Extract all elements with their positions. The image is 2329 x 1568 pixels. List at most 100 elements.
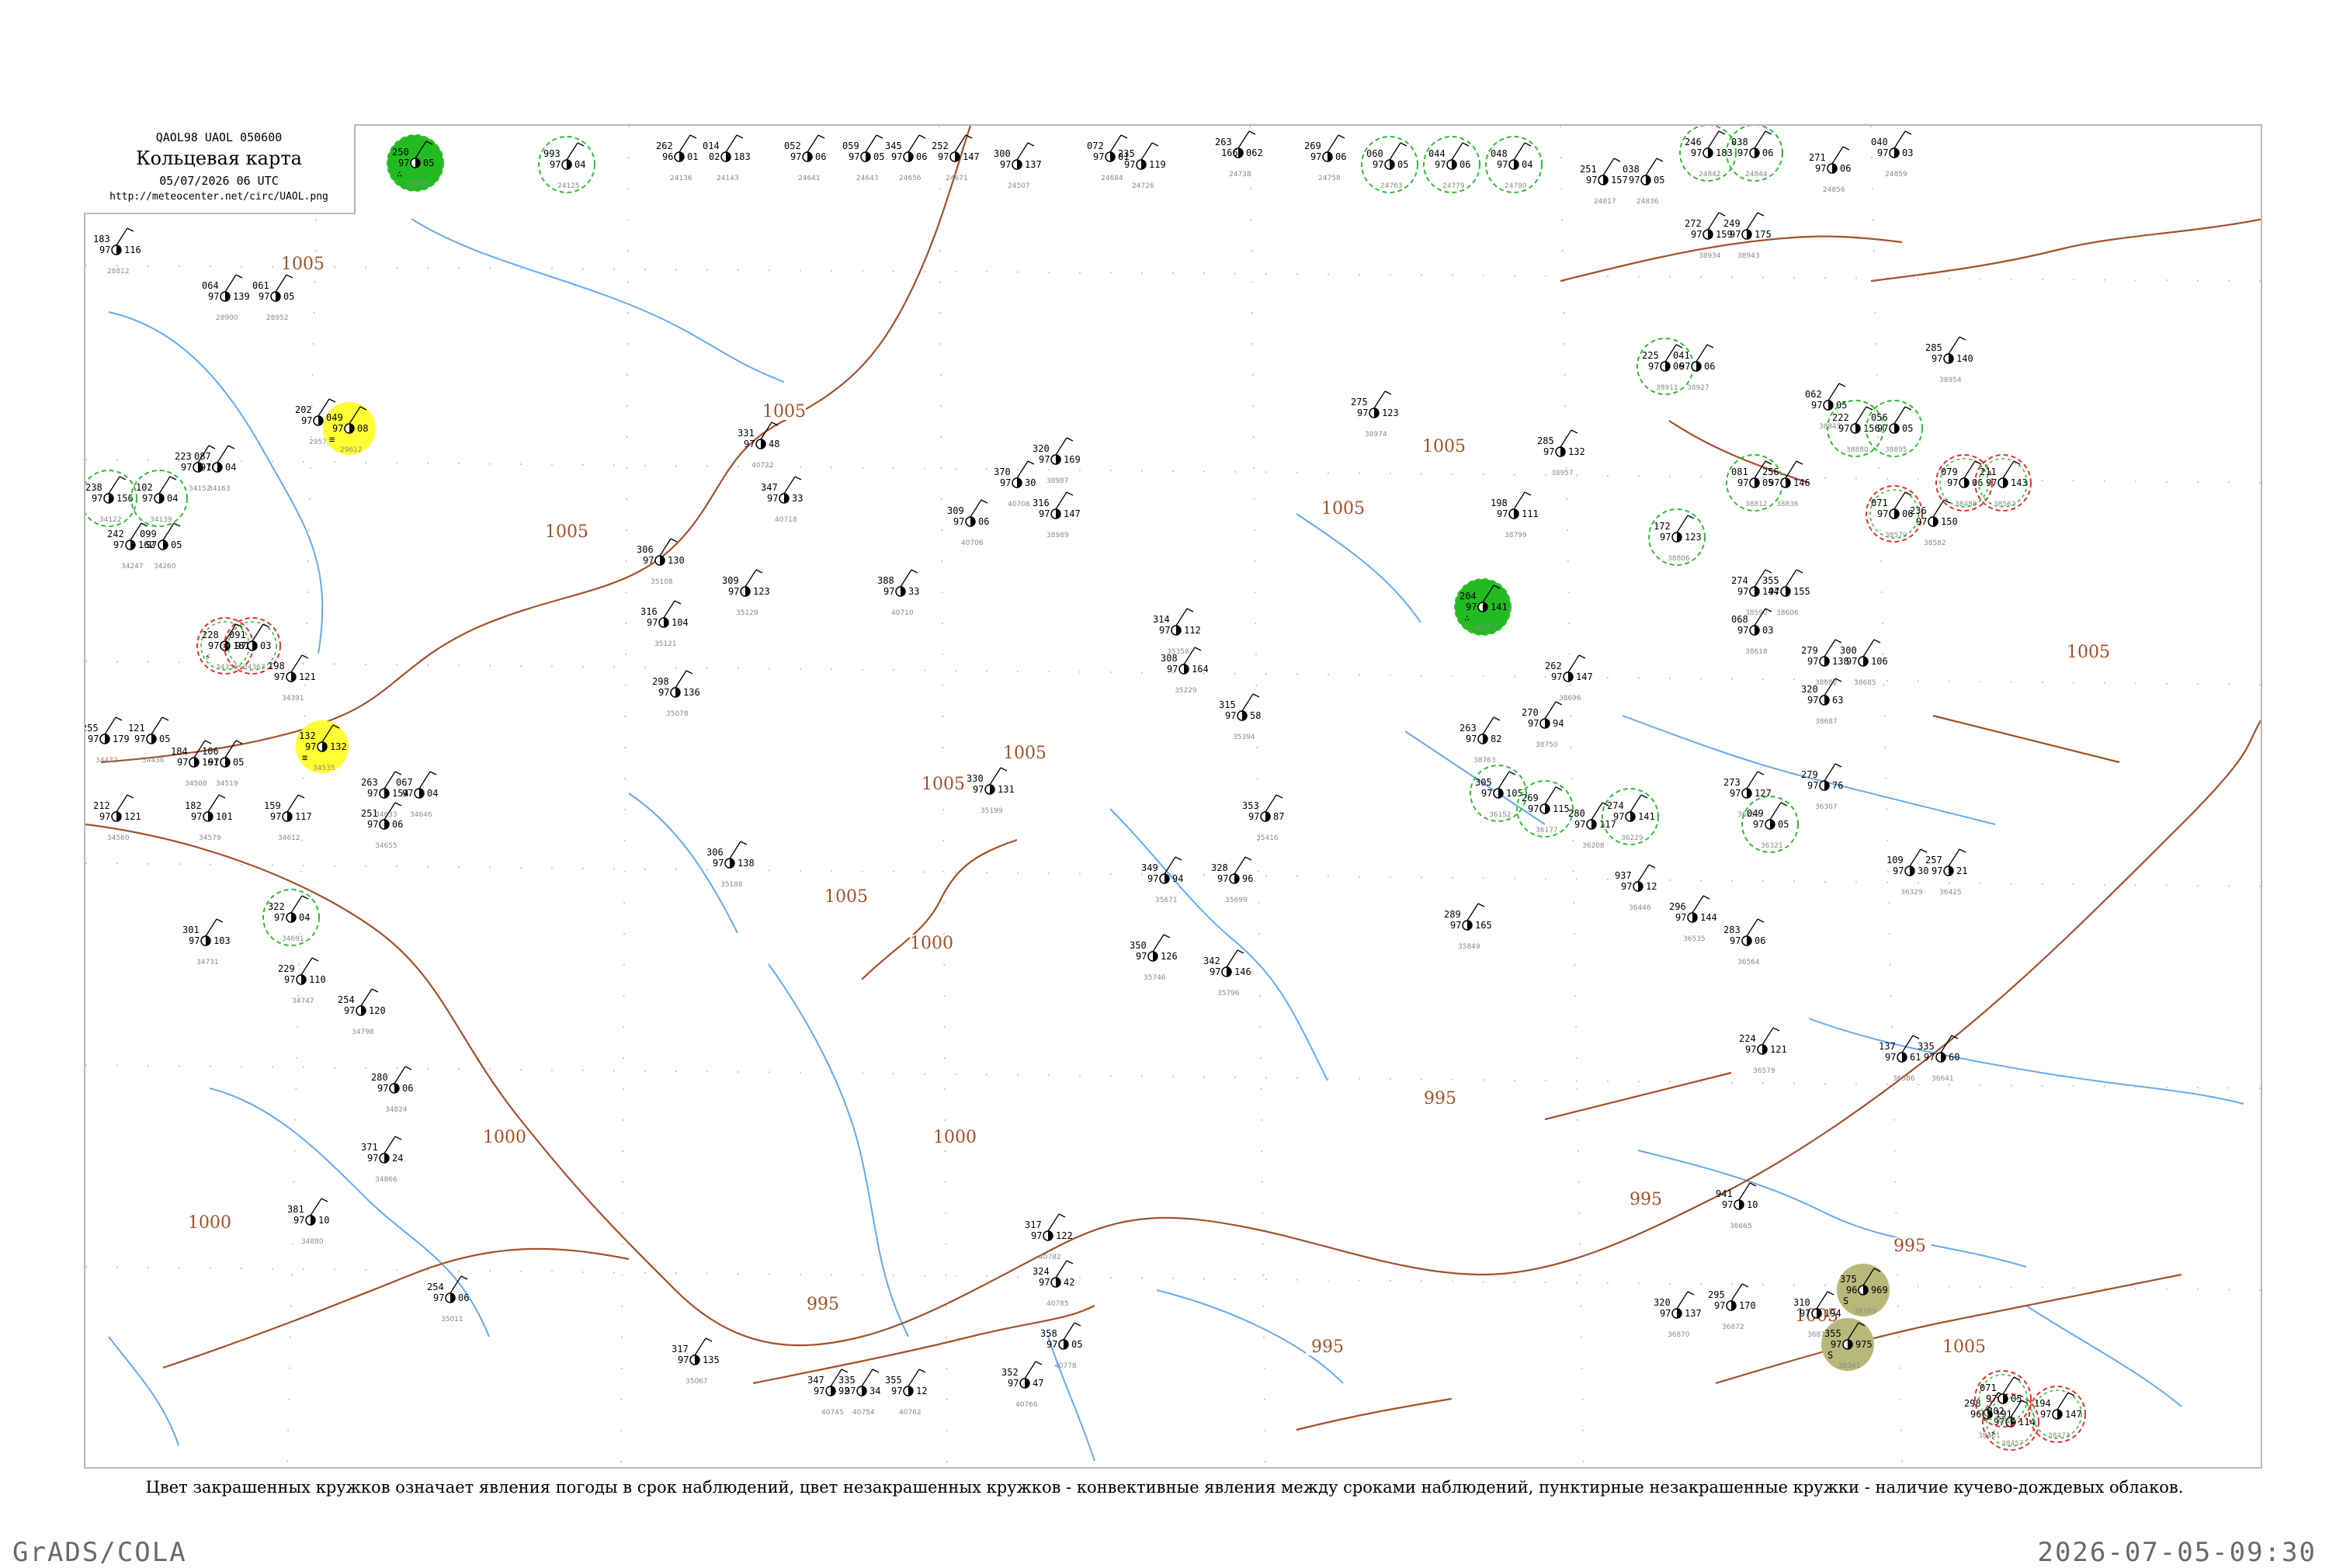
station-24726[interactable]: 23597 119 24726 [1118, 142, 1166, 190]
station-38750[interactable]: 27097 94 38750 [1522, 701, 1564, 749]
station-34535[interactable]: 13297 13234535≡ [296, 720, 349, 773]
station-34436[interactable]: 12197 05 34436 [128, 716, 170, 765]
station-36329[interactable]: 10997 30 36329 [1886, 848, 1928, 897]
station-35121[interactable]: 31697 104 35121 [640, 600, 689, 648]
station-38696[interactable]: 26297 147 38696 [1545, 654, 1593, 702]
station-34391[interactable]: 19897 121 34391 [268, 654, 316, 702]
station-38799[interactable]: 19897 111 38799 [1491, 491, 1539, 539]
station-35699[interactable]: 32897 96 35699 [1211, 856, 1253, 904]
station-36446[interactable]: 93797 12 36446 [1615, 864, 1657, 912]
station-28900[interactable]: 06497 139 28900 [202, 274, 250, 322]
station-34731[interactable]: 30197 103 34731 [182, 918, 231, 966]
station-34866[interactable]: 37197 24 34866 [361, 1136, 403, 1184]
station-35108[interactable]: 30697 130 35108 [637, 538, 685, 586]
station-40754[interactable]: 33597 34 40754 [838, 1369, 880, 1417]
station-36870[interactable]: 32097 137 36870 [1654, 1291, 1702, 1339]
station-36579[interactable]: 22497 121 36579 [1739, 1027, 1787, 1075]
station-40785[interactable]: 32497 42 40785 [1033, 1260, 1074, 1308]
station-28952[interactable]: 06197 05 28952 [252, 274, 294, 322]
station-38341[interactable]: 35597 975 38341 S [1821, 1318, 1874, 1371]
station-35849[interactable]: 28997 165 35849 [1444, 903, 1492, 951]
station-38927[interactable]: 04197 06 38927 [1673, 344, 1715, 392]
station-36872[interactable]: 29597 170 36872 [1708, 1283, 1756, 1331]
station-36586[interactable]: 13797 61 36586 [1879, 1035, 1921, 1083]
station-35129[interactable]: 30997 123 35129 [722, 569, 770, 617]
station-28812[interactable]: 18397 116 28812 [93, 227, 141, 276]
station-36425[interactable]: 25797 21 36425 [1925, 848, 1967, 897]
station-36321[interactable]: 04997 05 36321 [1741, 796, 1799, 853]
station-36665[interactable]: 94197 10 36665 [1716, 1182, 1758, 1230]
station-40782[interactable]: 31797 122 40782 [1025, 1213, 1073, 1261]
station-34560[interactable]: 21297 121 34560 [93, 794, 141, 842]
station-40710[interactable]: 38897 33 40710 [877, 569, 919, 617]
station-34798[interactable]: 25497 120 34798 [338, 988, 386, 1036]
station-24779[interactable]: 04497 06 24779 [1423, 136, 1480, 193]
station-24763[interactable]: 06097 05 24763 [1361, 136, 1418, 193]
station-34260[interactable]: 09997 05 34260 [140, 522, 182, 571]
station-24790[interactable]: 04897 04 24790 [1485, 136, 1543, 193]
station-38562[interactable]: 21197 143 38562 [1974, 454, 2032, 512]
station-24836[interactable]: 03897 05 24836 [1623, 158, 1664, 206]
station-35416[interactable]: 35397 87 35416 [1242, 794, 1284, 842]
station-24136[interactable]: 26296 01 24136 [656, 134, 698, 182]
station-36177[interactable]: 26997 115 36177 [1516, 780, 1574, 838]
station-34579[interactable]: 18297 101 34579 [185, 794, 233, 842]
station-34824[interactable]: 28097 06 34824 [371, 1066, 413, 1114]
station-24859[interactable]: 04097 03 24859 [1871, 130, 1913, 179]
station-29612[interactable]: 04997 08 29612 ≡ [323, 402, 376, 455]
station-40778[interactable]: 35897 05 40778 [1040, 1322, 1082, 1370]
station-36564[interactable]: 28397 06 36564 [1723, 918, 1765, 966]
station-40762[interactable]: 35597 12 40762 [885, 1369, 927, 1417]
station-24671[interactable]: 25297 147 24671 [932, 134, 980, 182]
station-34747[interactable]: 22997 110 34747 [278, 957, 326, 1005]
station-35394[interactable]: 31597 58 35394 [1219, 693, 1261, 741]
station-38353[interactable]: 37596 969 38353 S [1837, 1264, 1890, 1316]
station-40722[interactable]: 33197 48 40722 [738, 421, 779, 470]
station-24844[interactable]: 03897 06 24844 [1726, 126, 1783, 182]
station-24641[interactable]: 05297 06 24641 [784, 134, 826, 182]
station-38987[interactable]: 32097 169 38987 [1033, 437, 1081, 485]
station-34655[interactable]: 25197 06 34655 [361, 802, 403, 850]
station-34646[interactable]: 06797 04 34646 [396, 771, 438, 819]
station-34612[interactable]: 15997 117 34612 [264, 794, 312, 842]
station-35067[interactable]: 31797 135 35067 [672, 1337, 720, 1386]
station-24758[interactable]: 26997 06 24758 [1304, 134, 1346, 182]
station-34432[interactable]: 25597 179 34432 [85, 716, 130, 765]
station-38974[interactable]: 27597 123 38974 [1351, 390, 1399, 439]
source-url[interactable]: http://meteocenter.net/circ/UAOL.png [84, 191, 354, 203]
station-35078[interactable]: 29897 136 35078 [652, 670, 700, 718]
station-40706[interactable]: 30997 06 40706 [947, 499, 989, 547]
station-35746[interactable]: 35097 126 35746 [1130, 934, 1178, 982]
station-38773[interactable]: 20497 141 38773∴ [1454, 578, 1512, 636]
station-40766[interactable]: 35297 47 40766 [1001, 1361, 1043, 1409]
station-23955[interactable]: 25097 05 23955 ∴ [387, 134, 444, 192]
station-34139[interactable]: 10297 04 34139 [130, 470, 188, 527]
station-36152[interactable]: 30597 105 36152 [1470, 765, 1527, 822]
station-38806[interactable]: 17297 123 38806 [1648, 508, 1706, 566]
station-38685[interactable]: 30097 106 38685 [1840, 639, 1888, 687]
station-24817[interactable]: 25197 157 24817 [1580, 158, 1628, 206]
station-24643[interactable]: 05997 05 24643 [842, 134, 884, 182]
station-36535[interactable]: 29697 144 36535 [1669, 895, 1717, 943]
station-35011[interactable]: 25497 06 35011 [427, 1275, 469, 1323]
station-38763[interactable]: 26397 82 38763 [1460, 716, 1501, 765]
station-24738[interactable]: 263166 062 24738 [1215, 130, 1263, 179]
station-35796[interactable]: 34297 146 35796 [1203, 949, 1251, 997]
station-36641[interactable]: 33597 60 36641 [1918, 1035, 1959, 1083]
station-35199[interactable]: 33097 131 35199 [967, 767, 1015, 815]
station-38954[interactable]: 28597 140 38954 [1925, 336, 1973, 384]
station-36307[interactable]: 27997 76 36307 [1801, 763, 1843, 811]
station-40708[interactable]: 37097 30 40708 [994, 460, 1036, 508]
station-38836[interactable]: 25697 146 38836 [1762, 460, 1810, 508]
station-35671[interactable]: 34997 94 35671 [1141, 856, 1183, 904]
station-24656[interactable]: 34597 06 24656 [885, 134, 927, 182]
station-34122[interactable]: 23897 15634122 [85, 470, 137, 527]
station-24842[interactable]: 24697 183 24842 [1679, 126, 1737, 182]
station-24507[interactable]: 30097 137 24507 [994, 142, 1042, 190]
station-38606[interactable]: 35597 155 38606 [1762, 569, 1810, 617]
station-38957[interactable]: 28597 132 38957 [1537, 429, 1585, 477]
station-40718[interactable]: 34797 33 40718 [761, 476, 803, 524]
station-38943[interactable]: 24997 175 38943 [1723, 212, 1772, 260]
station-34880[interactable]: 38197 10 34880 [287, 1198, 329, 1246]
station-24856[interactable]: 27197 06 24856 [1809, 146, 1851, 194]
